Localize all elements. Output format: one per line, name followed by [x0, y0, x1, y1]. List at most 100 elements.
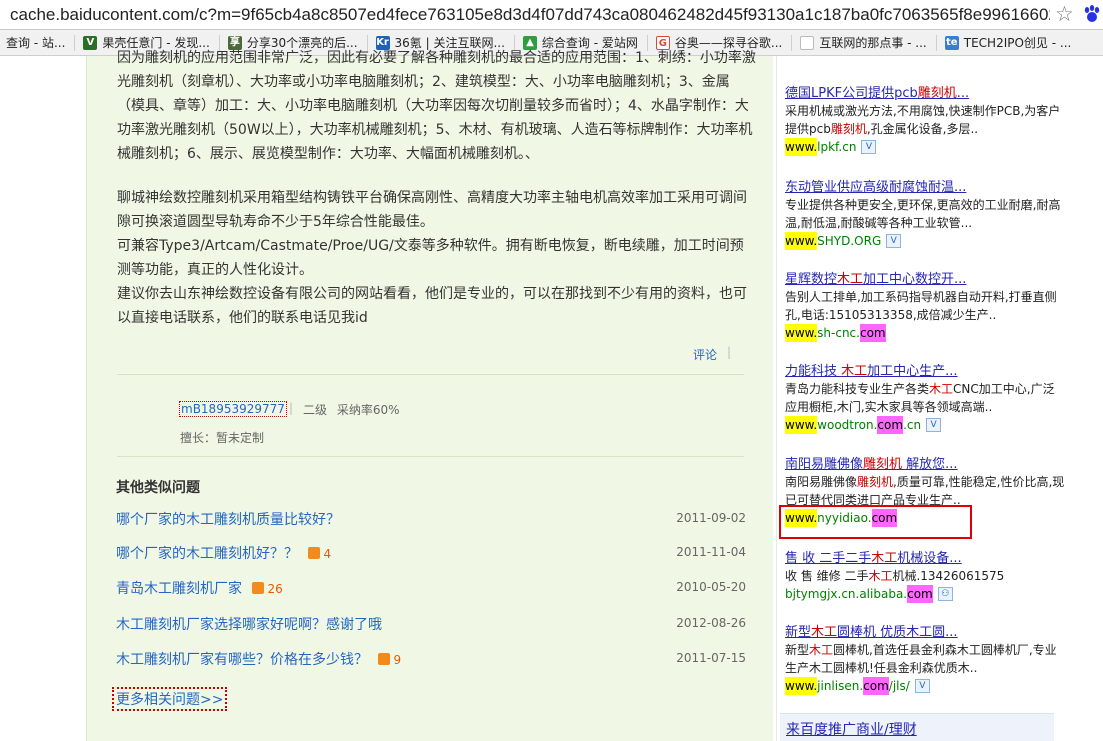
url-www: www.	[785, 416, 818, 434]
verified-icon[interactable]: V	[861, 140, 877, 154]
similar-question-link[interactable]: 木工雕刻机厂家选择哪家好呢啊？感谢了哦	[116, 617, 382, 633]
ad-desc-highlight: 木工	[868, 569, 893, 583]
ad-item: 东动管业供应高级耐腐蚀耐温... 专业提供各种更安全,更环保,更高效的工业耐磨,…	[785, 176, 1065, 250]
bookmark-label: TECH2IPO创见 - ...	[963, 36, 1072, 50]
url-www: www.	[785, 324, 818, 342]
ad-desc-text: ,孔金属化设备,多层..	[866, 122, 979, 136]
similar-question-row: 哪个厂家的木工雕刻机质量比较好？ 2011-09-02	[116, 509, 746, 529]
more-questions-link[interactable]: 更多相关问题>>	[112, 687, 228, 711]
ad-item: 售 收 二手二手木工机械设备... 收 售 维修 二手木工机械.13426061…	[785, 547, 1065, 603]
ad-url[interactable]: www. SHYD.ORG V	[785, 232, 1065, 250]
ad-desc-text: 新型	[785, 643, 810, 657]
ad-title-highlight: 木工	[841, 364, 868, 379]
url-www: www.	[785, 232, 818, 250]
ad-url[interactable]: www. sh-cnc. com	[785, 324, 1065, 342]
baidu-paw-icon[interactable]	[1082, 4, 1102, 24]
answer-text-body: 聊城神绘数控雕刻机采用箱型结构铸铁平台确保高刚性、高精度大功率主轴电机高效率加工…	[117, 186, 757, 330]
ad-url[interactable]: www. lpkf.cn V	[785, 138, 1065, 156]
user-accept-rate: 采纳率60%	[336, 403, 400, 417]
similar-question-link[interactable]: 哪个厂家的木工雕刻机好？？	[116, 546, 298, 562]
divider	[117, 456, 744, 457]
user-level: 二级	[303, 403, 328, 417]
ad-title-text: 新型	[785, 625, 812, 640]
bookmark-label: 互联网的那点事 - ...	[819, 36, 927, 50]
user-name-link[interactable]: mB18953929777	[179, 401, 287, 417]
ad-title-text: 南阳易雕佛像	[785, 457, 864, 472]
bookmark-item[interactable]: te TECH2IPO创见 - ...	[939, 32, 1079, 54]
thumbs-up-icon	[252, 582, 265, 594]
guokr-icon: V	[83, 35, 98, 50]
bookmark-star-icon[interactable]: ☆	[1055, 2, 1074, 26]
ad-title-link[interactable]: 售 收 二手二手木工机械设备...	[785, 547, 1065, 566]
ad-title-link[interactable]: 德国LPKF公司提供pcb雕刻机...	[785, 82, 1065, 101]
url-com: com	[859, 324, 886, 342]
url-suffix: .cn	[903, 418, 922, 432]
ad-desc-text: 青岛力能科技专业生产各类	[785, 382, 930, 396]
divider	[117, 374, 744, 375]
verified-icon[interactable]: V	[886, 234, 902, 248]
url-text[interactable]: cache.baiducontent.com/c?m=9f65cb4a8c850…	[0, 5, 1050, 25]
comment-link[interactable]: 评论	[693, 346, 717, 363]
similar-question-link[interactable]: 木工雕刻机厂家有哪些？价格在多少钱？	[116, 652, 368, 668]
ad-item: 新型木工圆棒机 优质木工圆... 新型木工圆棒机,首选任县金利森木工圆棒机厂,专…	[785, 621, 1065, 695]
ad-title-highlight: 木工	[871, 551, 898, 566]
url-com: com	[877, 416, 904, 434]
similar-question-link[interactable]: 哪个厂家的木工雕刻机质量比较好？	[116, 512, 340, 528]
divider: |	[289, 401, 294, 415]
ad-title-link[interactable]: 新型木工圆棒机 优质木工圆...	[785, 621, 1065, 640]
ad-item: 德国LPKF公司提供pcb雕刻机... 采用机械或激光方法,不用腐蚀,快速制作P…	[785, 82, 1065, 156]
like-number: 9	[393, 653, 402, 667]
answer-paragraph: 建议你去山东神绘数控设备有限公司的网站看看，他们是专业的，可以在那找到不少有用的…	[117, 286, 747, 326]
ad-url[interactable]: bjtymgjx.cn.alibaba. com ⚇	[785, 585, 1065, 603]
url-domain: woodtron.	[817, 418, 878, 432]
url-domain: jinlisen.	[817, 679, 864, 693]
address-bar[interactable]: cache.baiducontent.com/c?m=9f65cb4a8c850…	[0, 0, 1103, 30]
ad-title-link[interactable]: 星辉数控木工加工中心数控开...	[785, 268, 1065, 287]
verified-icon[interactable]: V	[914, 679, 930, 693]
ad-description: 收 售 维修 二手木工机械.13426061575	[785, 567, 1065, 585]
similar-question-row: 青岛木工雕刻机厂家 26 2010-05-20	[116, 578, 746, 598]
divider: |	[727, 345, 732, 359]
answer-paragraph: 可兼容Type3/Artcam/Castmate/Proe/UG/文泰等多种软件…	[117, 238, 744, 278]
ads-footer-link[interactable]: 来百度推广商业/理财	[786, 719, 917, 739]
ad-description: 采用机械或激光方法,不用腐蚀,快速制作PCB,为客户提供pcb雕刻机,孔金属化设…	[785, 102, 1065, 138]
ads-footer: 来百度推广商业/理财	[780, 713, 1054, 741]
ad-title-text: ...	[956, 86, 970, 101]
ad-title-highlight: 雕刻机	[917, 86, 957, 101]
like-number: 26	[267, 582, 283, 596]
user-skill: 擅长：暂未定制	[180, 431, 265, 445]
bookmark-item[interactable]: 互联网的那点事 - ...	[794, 32, 933, 54]
person-icon[interactable]: ⚇	[937, 587, 953, 601]
ad-desc-text: 收 售 维修 二手	[785, 569, 869, 583]
ad-url[interactable]: www. woodtron. com .cn V	[785, 416, 1065, 434]
user-meta: 二级 采纳率60%	[303, 401, 400, 418]
like-count: 26	[252, 582, 283, 596]
url-domain: lpkf.cn	[817, 140, 857, 154]
thumbs-up-icon	[308, 547, 321, 559]
url-domain: sh-cnc.	[817, 326, 860, 340]
verified-icon[interactable]: V	[926, 418, 942, 432]
url-suffix: /jls/	[888, 679, 910, 693]
ad-description: 专业提供各种更安全,更环保,更高效的工业耐磨,耐高温,耐低温,耐酸碱等各种工业软…	[785, 198, 1061, 230]
similar-question-link[interactable]: 青岛木工雕刻机厂家	[116, 581, 242, 597]
bookmark-separator	[791, 34, 793, 51]
ad-title-link[interactable]: 南阳易雕佛像雕刻机 解放您...	[785, 453, 1065, 472]
ad-title-link[interactable]: 力能科技 木工加工中心生产...	[785, 360, 1065, 379]
ad-url[interactable]: www. jinlisen. com/jls/V	[785, 677, 1065, 695]
answer-paragraph: 聊城神绘数控雕刻机采用箱型结构铸铁平台确保高刚性、高精度大功率主轴电机高效率加工…	[117, 190, 747, 230]
similar-question-row: 木工雕刻机厂家有哪些？价格在多少钱？ 9 2011-07-15	[116, 649, 746, 669]
tech2ipo-icon: te	[944, 35, 959, 50]
ad-title-text: 机械设备...	[897, 551, 962, 566]
ad-description: 青岛力能科技专业生产各类木工CNC加工中心,广泛应用橱柜,木门,实木家具等各领域…	[785, 380, 1065, 416]
bookmark-label: 查询 - 站...	[6, 36, 66, 50]
answer-panel: 因为雕刻机的应用范围非常广泛，因此有必要了解各种雕刻机的最合适的应用范围：1、刺…	[86, 50, 773, 741]
bookmark-item[interactable]: 查询 - 站...	[0, 32, 72, 54]
ad-title-text: 星辉数控	[785, 272, 838, 287]
ad-item: 力能科技 木工加工中心生产... 青岛力能科技专业生产各类木工CNC加工中心,广…	[785, 360, 1065, 434]
url-www: www.	[785, 138, 818, 156]
ad-title-link[interactable]: 东动管业供应高级耐腐蚀耐温...	[785, 176, 1065, 195]
like-count: 9	[378, 653, 401, 667]
ad-description: 新型木工圆棒机,首选任县金利森木工圆棒机厂,专业生产木工圆棒机!任县金利森优质木…	[785, 641, 1065, 677]
question-date: 2011-11-04	[676, 545, 746, 559]
question-date: 2011-07-15	[676, 651, 746, 665]
